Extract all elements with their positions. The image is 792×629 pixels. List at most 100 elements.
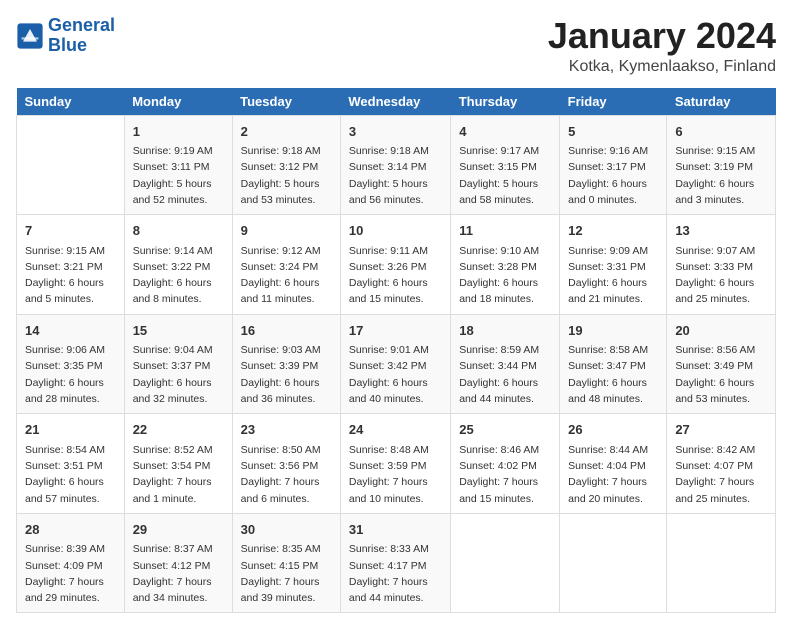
day-info: Sunrise: 8:59 AM Sunset: 3:44 PM Dayligh… — [459, 342, 551, 407]
calendar-cell: 13Sunrise: 9:07 AM Sunset: 3:33 PM Dayli… — [667, 215, 776, 315]
logo-text: General Blue — [48, 16, 115, 56]
day-info: Sunrise: 9:18 AM Sunset: 3:12 PM Dayligh… — [241, 143, 332, 208]
day-info: Sunrise: 9:07 AM Sunset: 3:33 PM Dayligh… — [675, 243, 767, 308]
calendar-cell: 8Sunrise: 9:14 AM Sunset: 3:22 PM Daylig… — [124, 215, 232, 315]
day-number: 22 — [133, 420, 224, 440]
calendar-cell: 24Sunrise: 8:48 AM Sunset: 3:59 PM Dayli… — [340, 414, 450, 514]
day-info: Sunrise: 9:06 AM Sunset: 3:35 PM Dayligh… — [25, 342, 116, 407]
calendar-cell: 4Sunrise: 9:17 AM Sunset: 3:15 PM Daylig… — [451, 115, 560, 215]
day-info: Sunrise: 8:37 AM Sunset: 4:12 PM Dayligh… — [133, 541, 224, 606]
day-info: Sunrise: 8:48 AM Sunset: 3:59 PM Dayligh… — [349, 442, 442, 507]
day-info: Sunrise: 9:15 AM Sunset: 3:19 PM Dayligh… — [675, 143, 767, 208]
calendar-cell: 21Sunrise: 8:54 AM Sunset: 3:51 PM Dayli… — [17, 414, 125, 514]
day-info: Sunrise: 8:56 AM Sunset: 3:49 PM Dayligh… — [675, 342, 767, 407]
day-info: Sunrise: 9:03 AM Sunset: 3:39 PM Dayligh… — [241, 342, 332, 407]
day-number: 31 — [349, 520, 442, 540]
calendar-cell: 16Sunrise: 9:03 AM Sunset: 3:39 PM Dayli… — [232, 314, 340, 414]
calendar-cell: 18Sunrise: 8:59 AM Sunset: 3:44 PM Dayli… — [451, 314, 560, 414]
calendar-cell — [667, 513, 776, 613]
day-number: 19 — [568, 321, 658, 341]
calendar-cell: 17Sunrise: 9:01 AM Sunset: 3:42 PM Dayli… — [340, 314, 450, 414]
day-info: Sunrise: 9:09 AM Sunset: 3:31 PM Dayligh… — [568, 243, 658, 308]
day-number: 10 — [349, 221, 442, 241]
calendar-cell: 26Sunrise: 8:44 AM Sunset: 4:04 PM Dayli… — [560, 414, 667, 514]
day-info: Sunrise: 9:10 AM Sunset: 3:28 PM Dayligh… — [459, 243, 551, 308]
calendar-cell: 31Sunrise: 8:33 AM Sunset: 4:17 PM Dayli… — [340, 513, 450, 613]
day-info: Sunrise: 8:35 AM Sunset: 4:15 PM Dayligh… — [241, 541, 332, 606]
day-number: 4 — [459, 122, 551, 142]
calendar-cell: 7Sunrise: 9:15 AM Sunset: 3:21 PM Daylig… — [17, 215, 125, 315]
weekday-header-wednesday: Wednesday — [340, 88, 450, 116]
day-info: Sunrise: 9:12 AM Sunset: 3:24 PM Dayligh… — [241, 243, 332, 308]
day-number: 11 — [459, 221, 551, 241]
day-number: 28 — [25, 520, 116, 540]
page-header: General Blue January 2024 Kotka, Kymenla… — [16, 16, 776, 76]
calendar-week-row: 28Sunrise: 8:39 AM Sunset: 4:09 PM Dayli… — [17, 513, 776, 613]
calendar-cell: 3Sunrise: 9:18 AM Sunset: 3:14 PM Daylig… — [340, 115, 450, 215]
logo: General Blue — [16, 16, 115, 56]
day-info: Sunrise: 8:44 AM Sunset: 4:04 PM Dayligh… — [568, 442, 658, 507]
day-info: Sunrise: 8:52 AM Sunset: 3:54 PM Dayligh… — [133, 442, 224, 507]
day-info: Sunrise: 9:15 AM Sunset: 3:21 PM Dayligh… — [25, 243, 116, 308]
calendar-title: January 2024 — [548, 16, 776, 56]
day-info: Sunrise: 9:14 AM Sunset: 3:22 PM Dayligh… — [133, 243, 224, 308]
day-info: Sunrise: 8:33 AM Sunset: 4:17 PM Dayligh… — [349, 541, 442, 606]
day-number: 23 — [241, 420, 332, 440]
calendar-cell: 30Sunrise: 8:35 AM Sunset: 4:15 PM Dayli… — [232, 513, 340, 613]
day-number: 9 — [241, 221, 332, 241]
weekday-header-friday: Friday — [560, 88, 667, 116]
calendar-cell: 2Sunrise: 9:18 AM Sunset: 3:12 PM Daylig… — [232, 115, 340, 215]
day-number: 5 — [568, 122, 658, 142]
day-info: Sunrise: 9:18 AM Sunset: 3:14 PM Dayligh… — [349, 143, 442, 208]
calendar-cell: 12Sunrise: 9:09 AM Sunset: 3:31 PM Dayli… — [560, 215, 667, 315]
weekday-header-row: SundayMondayTuesdayWednesdayThursdayFrid… — [17, 88, 776, 116]
calendar-cell: 9Sunrise: 9:12 AM Sunset: 3:24 PM Daylig… — [232, 215, 340, 315]
day-number: 15 — [133, 321, 224, 341]
day-info: Sunrise: 9:17 AM Sunset: 3:15 PM Dayligh… — [459, 143, 551, 208]
day-info: Sunrise: 9:16 AM Sunset: 3:17 PM Dayligh… — [568, 143, 658, 208]
day-info: Sunrise: 9:19 AM Sunset: 3:11 PM Dayligh… — [133, 143, 224, 208]
day-number: 1 — [133, 122, 224, 142]
calendar-table: SundayMondayTuesdayWednesdayThursdayFrid… — [16, 88, 776, 614]
calendar-cell: 15Sunrise: 9:04 AM Sunset: 3:37 PM Dayli… — [124, 314, 232, 414]
day-info: Sunrise: 8:50 AM Sunset: 3:56 PM Dayligh… — [241, 442, 332, 507]
logo-line1: General — [48, 15, 115, 35]
day-number: 21 — [25, 420, 116, 440]
day-number: 27 — [675, 420, 767, 440]
calendar-cell: 5Sunrise: 9:16 AM Sunset: 3:17 PM Daylig… — [560, 115, 667, 215]
calendar-cell: 11Sunrise: 9:10 AM Sunset: 3:28 PM Dayli… — [451, 215, 560, 315]
logo-line2: Blue — [48, 35, 87, 55]
calendar-cell: 23Sunrise: 8:50 AM Sunset: 3:56 PM Dayli… — [232, 414, 340, 514]
day-info: Sunrise: 9:11 AM Sunset: 3:26 PM Dayligh… — [349, 243, 442, 308]
weekday-header-sunday: Sunday — [17, 88, 125, 116]
day-number: 12 — [568, 221, 658, 241]
calendar-cell — [560, 513, 667, 613]
day-info: Sunrise: 8:42 AM Sunset: 4:07 PM Dayligh… — [675, 442, 767, 507]
title-block: January 2024 Kotka, Kymenlaakso, Finland — [548, 16, 776, 76]
day-info: Sunrise: 8:58 AM Sunset: 3:47 PM Dayligh… — [568, 342, 658, 407]
day-info: Sunrise: 9:01 AM Sunset: 3:42 PM Dayligh… — [349, 342, 442, 407]
weekday-header-thursday: Thursday — [451, 88, 560, 116]
day-number: 13 — [675, 221, 767, 241]
day-number: 30 — [241, 520, 332, 540]
calendar-cell: 10Sunrise: 9:11 AM Sunset: 3:26 PM Dayli… — [340, 215, 450, 315]
calendar-cell: 19Sunrise: 8:58 AM Sunset: 3:47 PM Dayli… — [560, 314, 667, 414]
day-number: 20 — [675, 321, 767, 341]
day-number: 8 — [133, 221, 224, 241]
weekday-header-tuesday: Tuesday — [232, 88, 340, 116]
day-info: Sunrise: 9:04 AM Sunset: 3:37 PM Dayligh… — [133, 342, 224, 407]
day-number: 6 — [675, 122, 767, 142]
calendar-cell: 14Sunrise: 9:06 AM Sunset: 3:35 PM Dayli… — [17, 314, 125, 414]
calendar-cell: 20Sunrise: 8:56 AM Sunset: 3:49 PM Dayli… — [667, 314, 776, 414]
day-number: 3 — [349, 122, 442, 142]
day-number: 26 — [568, 420, 658, 440]
calendar-cell: 29Sunrise: 8:37 AM Sunset: 4:12 PM Dayli… — [124, 513, 232, 613]
day-info: Sunrise: 8:46 AM Sunset: 4:02 PM Dayligh… — [459, 442, 551, 507]
day-number: 7 — [25, 221, 116, 241]
weekday-header-monday: Monday — [124, 88, 232, 116]
day-number: 29 — [133, 520, 224, 540]
calendar-cell: 25Sunrise: 8:46 AM Sunset: 4:02 PM Dayli… — [451, 414, 560, 514]
day-number: 14 — [25, 321, 116, 341]
day-number: 18 — [459, 321, 551, 341]
calendar-cell: 6Sunrise: 9:15 AM Sunset: 3:19 PM Daylig… — [667, 115, 776, 215]
